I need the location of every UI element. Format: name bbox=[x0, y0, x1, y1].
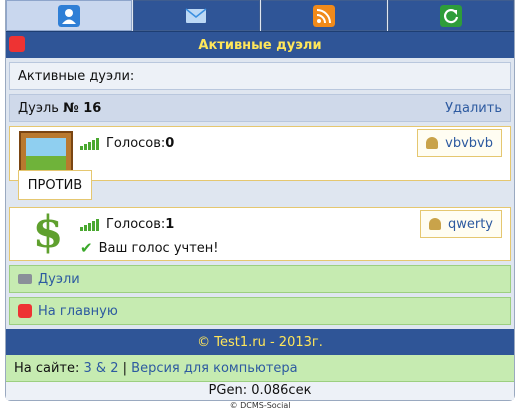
footer-copyright[interactable]: © Test1.ru - 2013г. bbox=[197, 335, 323, 350]
refresh-icon bbox=[439, 4, 462, 27]
versus-label: ПРОТИВ bbox=[18, 170, 92, 200]
dollar-icon[interactable]: $ bbox=[28, 208, 68, 258]
top-nav bbox=[6, 0, 514, 31]
contestant-card-2: $ Голосов: 1 ✔ Ваш голос учтен! qwerty bbox=[9, 207, 511, 261]
user-icon bbox=[58, 4, 81, 27]
duel-number: № 16 bbox=[63, 100, 102, 116]
user-link-1[interactable]: vbvbvb bbox=[417, 129, 502, 157]
tab-rss[interactable] bbox=[260, 0, 387, 31]
page-generation: PGen: 0.086сек bbox=[6, 382, 514, 400]
user-name: qwerty bbox=[447, 216, 493, 232]
online-count-link[interactable]: 3 & 2 bbox=[84, 361, 119, 376]
votes-line: Голосов: 0 bbox=[80, 136, 174, 151]
footer-bar: © Test1.ru - 2013г. bbox=[6, 329, 514, 355]
home-link[interactable]: На главную bbox=[9, 297, 511, 325]
separator: | bbox=[122, 360, 128, 376]
engine-copyright: © DCMS-Social bbox=[229, 401, 291, 410]
online-bar: На сайте: 3 & 2 | Версия для компьютера bbox=[6, 355, 514, 382]
tab-profile[interactable] bbox=[6, 0, 133, 31]
page-title-bar: Активные дуэли bbox=[6, 31, 514, 58]
home-icon[interactable] bbox=[9, 36, 25, 52]
duels-link[interactable]: Дуэли bbox=[9, 265, 511, 293]
duel-header: Дуэль № 16 Удалить bbox=[9, 94, 511, 122]
duel-label: Дуэль bbox=[18, 100, 64, 116]
person-icon bbox=[428, 218, 441, 230]
check-icon: ✔ bbox=[80, 239, 93, 257]
section-header-label: Активные дуэли: bbox=[18, 68, 135, 84]
home-icon bbox=[18, 304, 32, 318]
vote-confirm: ✔ Ваш голос учтен! bbox=[80, 239, 218, 257]
desktop-version-link[interactable]: Версия для компьютера bbox=[131, 361, 297, 376]
home-link-label: На главную bbox=[38, 303, 118, 319]
mail-icon bbox=[185, 7, 207, 23]
camera-icon bbox=[18, 274, 32, 284]
page-wrapper: Активные дуэли Активные дуэли: Дуэль № 1… bbox=[5, 0, 515, 410]
tab-mail[interactable] bbox=[133, 0, 260, 31]
user-link-2[interactable]: qwerty bbox=[419, 210, 502, 238]
signal-icon bbox=[80, 218, 100, 231]
votes-count: 0 bbox=[165, 136, 175, 151]
user-name: vbvbvb bbox=[445, 135, 493, 151]
section-header: Активные дуэли: bbox=[9, 62, 511, 90]
votes-label: Голосов: bbox=[106, 136, 166, 151]
duel-title: Дуэль № 16 bbox=[18, 101, 101, 116]
rss-icon bbox=[312, 4, 335, 27]
duels-link-label: Дуэли bbox=[38, 271, 80, 287]
tab-refresh[interactable] bbox=[387, 0, 514, 31]
vote-confirm-text: Ваш голос учтен! bbox=[98, 240, 219, 256]
delete-link[interactable]: Удалить bbox=[445, 101, 502, 116]
person-icon bbox=[426, 137, 439, 149]
votes-label: Голосов: bbox=[106, 217, 166, 232]
signal-icon bbox=[80, 137, 100, 150]
votes-line: Голосов: 1 bbox=[80, 217, 174, 232]
page-title: Активные дуэли bbox=[198, 37, 322, 53]
online-label: На сайте: bbox=[14, 360, 80, 376]
votes-count: 1 bbox=[165, 217, 175, 232]
